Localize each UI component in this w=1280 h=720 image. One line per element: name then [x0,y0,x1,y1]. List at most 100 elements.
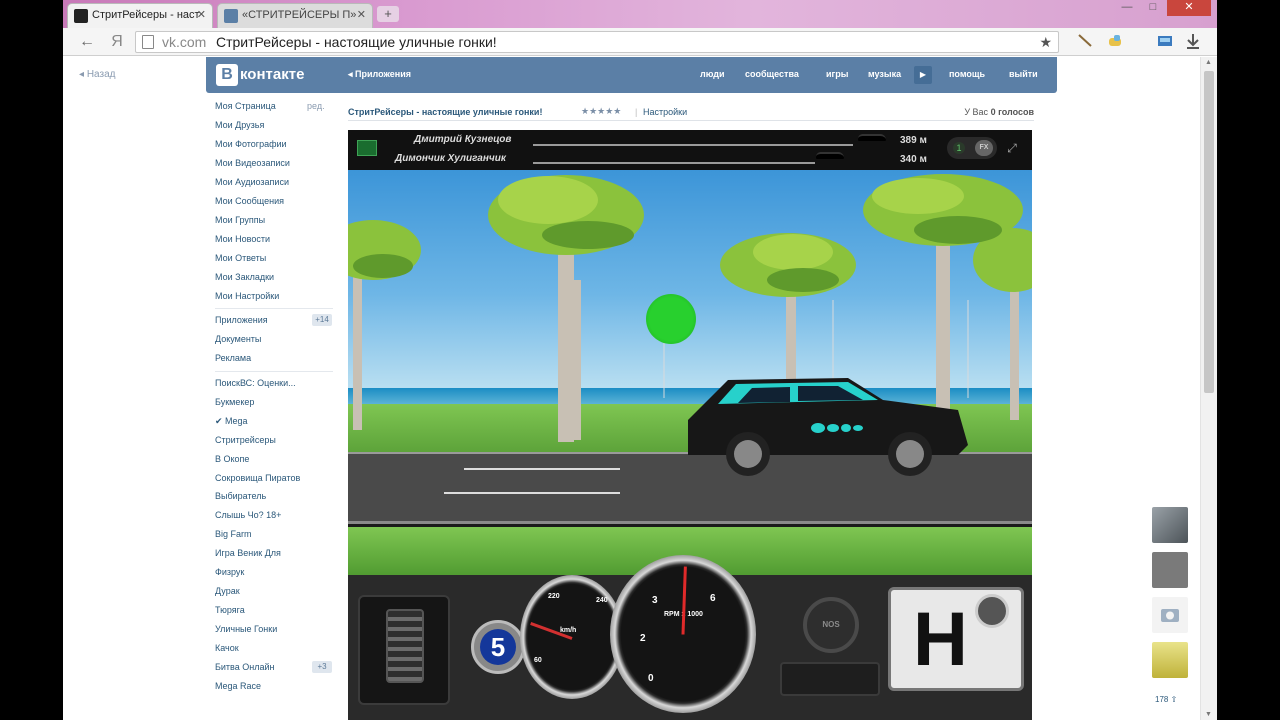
friend-avatar[interactable] [1152,507,1188,543]
shift-knob-icon[interactable] [975,594,1009,628]
sidebar-item[interactable]: Тюряга [215,605,245,615]
close-tab-icon[interactable]: ✕ [197,8,206,21]
app-title[interactable]: СтритРейсеры - настоящие уличные гонки! [348,107,542,117]
sidebar-item[interactable]: Мои Аудиозаписи [215,177,289,187]
tab-inactive[interactable]: «СТРИТРЕЙСЕРЫ П» ✕ [217,3,373,28]
sidebar-item[interactable]: Мои Видеозаписи [215,158,290,168]
nitro-button[interactable]: NOS [803,597,859,653]
votes-value: 0 голосов [990,107,1034,117]
sidebar-item[interactable]: Мои Новости [215,234,270,244]
close-window-button[interactable]: ✕ [1167,0,1211,16]
sidebar-item[interactable]: Дурак [215,586,240,596]
sidebar-edit-link[interactable]: ред. [307,101,325,111]
dashboard: 5 km/h 60 220 240 RPM x 1000 0 2 3 6 [348,555,1032,720]
graphics-toggle[interactable]: 1 FX [947,137,997,159]
sidebar-item[interactable]: Мои Фотографии [215,139,287,149]
vk-logo-text: контакте [240,66,305,83]
sidebar-item[interactable]: Сокровища Пиратов [215,473,300,483]
new-tab-button[interactable]: + [377,6,399,22]
sidebar-item[interactable]: Мои Друзья [215,120,264,130]
player-car [688,378,968,476]
sidebar-item[interactable]: Мои Настройки [215,291,279,301]
scroll-up-icon[interactable]: ▲ [1205,59,1212,66]
yandex-icon[interactable]: Я [107,32,127,52]
tab-label: СтритРейсеры - наст [92,9,200,21]
rpm-needle [681,566,687,635]
back-link-label: Назад [86,69,116,80]
sidebar-item[interactable]: Документы [215,334,261,344]
speed-tick: 240 [596,597,608,604]
close-tab-icon[interactable]: ✕ [357,8,366,21]
camera-icon[interactable] [1152,597,1188,633]
friend-avatar[interactable] [1152,642,1188,678]
rpm-tick: 2 [640,633,646,644]
gas-pedal-button[interactable] [358,595,450,705]
friend-avatar[interactable] [1152,552,1188,588]
maximize-button[interactable]: □ [1141,0,1165,16]
sidebar-item[interactable]: ПоискВС: Оценки... [215,378,296,388]
browser-window: СтритРейсеры - наст ✕ «СТРИТРЕЙСЕРЫ П» ✕… [63,0,1217,720]
fx-button[interactable]: FX [975,140,993,156]
game-canvas[interactable]: Дмитрий Кузнецов 389 м Димончик Хулиганч… [348,130,1032,720]
tab-active[interactable]: СтритРейсеры - наст ✕ [67,3,213,28]
gear-shifter[interactable]: H [888,587,1024,691]
nav-communities[interactable]: сообщества [745,69,799,79]
extension-cloud-icon[interactable] [1105,32,1125,52]
music-play-icon[interactable]: ▶ [914,66,932,84]
gear-number: 5 [480,629,516,665]
sidebar-item[interactable]: ✔ Mega [215,416,248,427]
votes-status: У Вас 0 голосов [964,107,1034,117]
sidebar-item[interactable]: Битва Онлайн [215,662,274,672]
address-bar[interactable]: vk.com СтритРейсеры - настоящие уличные … [135,31,1059,53]
speed-tick: 220 [548,593,560,600]
nav-help[interactable]: помощь [949,69,985,79]
sidebar-item[interactable]: Реклама [215,353,251,363]
sidebar-badge[interactable]: +14 [312,314,332,326]
sidebar-item[interactable]: Стритрейсеры [215,435,276,445]
sidebar-item[interactable]: Мои Ответы [215,253,266,263]
sidebar-badge[interactable]: +3 [312,661,332,673]
sidebar-item[interactable]: Моя Страница [215,101,276,111]
sidebar-item[interactable]: Мои Закладки [215,272,274,282]
apps-link[interactable]: ◂ Приложения [348,69,411,80]
sidebar-item[interactable]: Уличные Гонки [215,624,277,634]
sidebar-item[interactable]: Качок [215,643,239,653]
nav-people[interactable]: люди [700,69,725,79]
sidebar-item[interactable]: Мои Группы [215,215,265,225]
sidebar-item[interactable]: Mega Race [215,681,261,691]
sidebar-item[interactable]: Big Farm [215,529,252,539]
downloads-icon[interactable] [1183,32,1203,52]
nav-logout[interactable]: выйти [1009,69,1038,79]
online-count[interactable]: 178 ⇧ [1155,695,1177,704]
back-arrow-icon[interactable]: ← [77,32,97,52]
app-settings-link[interactable]: Настройки [643,107,687,117]
extension-pen-icon[interactable] [1075,32,1095,52]
online-count-value: 178 [1155,695,1169,704]
back-link[interactable]: ◂ Назад [79,69,115,80]
nav-music[interactable]: музыка [868,69,901,79]
bookmark-star-icon[interactable]: ★ [1039,32,1052,52]
minimize-button[interactable]: — [1115,0,1139,16]
sidebar-item[interactable]: Игра Веник Для [215,548,281,558]
sidebar-item[interactable]: Букмекер [215,397,254,407]
scrollbar-thumb[interactable] [1204,71,1214,393]
sidebar-item[interactable]: Приложения [215,315,268,325]
rpm-tick: 6 [710,593,716,604]
sidebar-item[interactable]: Мои Сообщения [215,196,284,206]
sidebar-item[interactable]: Выбиратель [215,491,266,501]
player1-name: Дмитрий Кузнецов [414,134,512,145]
pedal-grip [386,609,424,683]
nav-games[interactable]: игры [826,69,848,79]
player2-name: Димончик Хулиганчик [395,153,506,164]
sidebar-item[interactable]: Физрук [215,567,244,577]
extension-screen-icon[interactable] [1155,32,1175,52]
sidebar-item[interactable]: Слышь Чо? 18+ [215,510,281,520]
page-scrollbar[interactable]: ▲ ▼ [1200,57,1217,720]
fullscreen-icon[interactable]: ⤢ [1004,140,1020,156]
vk-logo[interactable]: Bконтакте [216,64,304,86]
graphics-level: 1 [953,142,965,154]
tab-label: «СТРИТРЕЙСЕРЫ П» [242,9,357,21]
lane-marking [464,468,620,470]
sidebar-item[interactable]: В Окопе [215,454,249,464]
scroll-down-icon[interactable]: ▼ [1205,711,1212,718]
